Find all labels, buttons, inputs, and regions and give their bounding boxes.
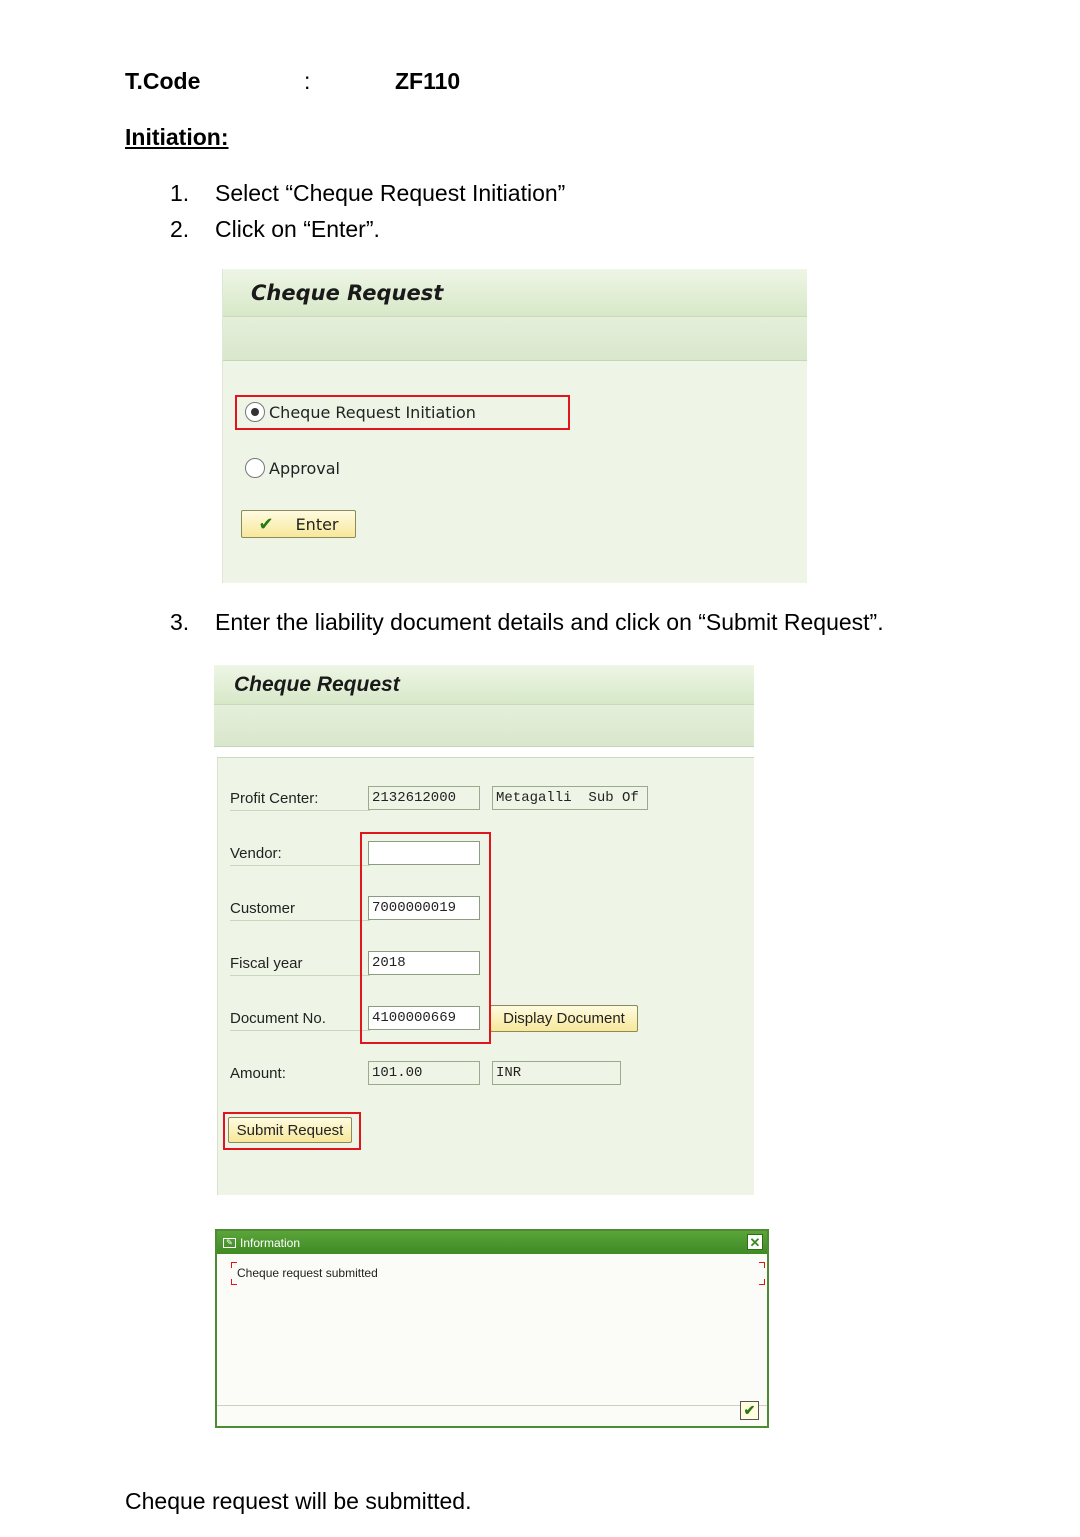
amount-label: Amount: <box>230 1065 286 1082</box>
step-1: 1. Select “Cheque Request Initiation” <box>170 180 565 207</box>
screen-title: Cheque Request <box>234 673 400 696</box>
step-number: 3. <box>170 609 190 635</box>
amount-field[interactable]: 101.00 <box>368 1061 480 1085</box>
radio-label: Approval <box>269 458 340 478</box>
label-underline <box>230 1030 370 1031</box>
dialog-title: Information <box>240 1235 301 1250</box>
vendor-label: Vendor: <box>230 845 282 862</box>
step-text: Select “Cheque Request Initiation” <box>215 180 566 206</box>
close-icon[interactable]: ✕ <box>747 1234 763 1250</box>
label-underline <box>230 975 370 976</box>
corner-marker <box>759 1279 765 1285</box>
dialog-message: Cheque request submitted <box>237 1266 378 1280</box>
application-toolbar <box>214 705 754 747</box>
dialog-divider <box>217 1405 767 1406</box>
step-text: Enter the liability document details and… <box>215 609 884 635</box>
step-text: Click on “Enter”. <box>215 216 380 242</box>
label-underline <box>230 810 370 811</box>
enter-button-label: Enter <box>295 514 339 534</box>
information-dialog: ✎ Information ✕ Cheque request submitted… <box>215 1229 769 1428</box>
radio-unselected-icon[interactable] <box>245 458 265 478</box>
corner-marker <box>759 1262 765 1268</box>
profit-center-description: Metagalli Sub Of <box>492 786 648 810</box>
form-area: Profit Center: 2132612000 Metagalli Sub … <box>217 757 754 1195</box>
checkmark-icon: ✔ <box>258 513 274 535</box>
cheque-request-screen-selection: Cheque Request Cheque Request Initiation… <box>222 269 807 583</box>
profit-center-label: Profit Center: <box>230 790 319 807</box>
step-3: 3. Enter the liability document details a… <box>170 609 884 636</box>
section-heading: Initiation: <box>125 124 229 150</box>
tcode-separator: : <box>304 68 311 94</box>
fiscal-year-label: Fiscal year <box>230 955 303 972</box>
screen-title-bar: Cheque Request <box>223 269 807 317</box>
step-number: 2. <box>170 216 190 242</box>
label-underline <box>230 920 370 921</box>
dialog-title-bar: ✎ Information ✕ <box>217 1231 767 1254</box>
highlight-box <box>360 832 491 1044</box>
screen-title: Cheque Request <box>251 281 444 305</box>
application-toolbar <box>223 317 807 361</box>
document-no-label: Document No. <box>230 1010 326 1027</box>
info-window-icon: ✎ <box>223 1237 236 1248</box>
highlight-box <box>223 1112 361 1150</box>
step-number: 1. <box>170 180 190 206</box>
tcode-value: ZF110 <box>395 68 461 94</box>
cheque-request-screen-details: Cheque Request Profit Center: 2132612000… <box>214 665 754 1195</box>
tcode-label: T.Code <box>125 68 201 94</box>
step-2: 2. Click on “Enter”. <box>170 216 380 243</box>
currency-field: INR <box>492 1061 621 1085</box>
customer-label: Customer <box>230 900 296 917</box>
checkmark-icon[interactable]: ✔ <box>740 1401 759 1420</box>
profit-center-field[interactable]: 2132612000 <box>368 786 480 810</box>
radio-approval[interactable]: Approval <box>245 458 340 478</box>
label-underline <box>230 865 370 866</box>
enter-button[interactable]: ✔ Enter <box>241 510 356 538</box>
highlight-box <box>235 395 570 430</box>
screen-title-bar: Cheque Request <box>214 665 754 705</box>
closing-text: Cheque request will be submitted. <box>125 1488 472 1514</box>
display-document-button[interactable]: Display Document <box>490 1005 638 1032</box>
